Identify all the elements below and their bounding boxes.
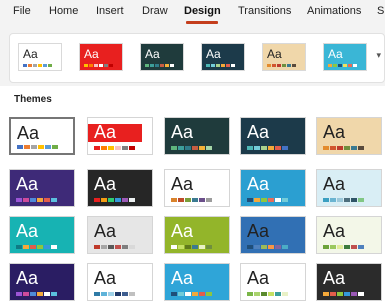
color-swatches xyxy=(247,198,288,202)
color-swatches xyxy=(23,64,52,67)
theme-thumbnail[interactable]: Aa xyxy=(164,263,230,301)
theme-thumbnail[interactable]: Aa xyxy=(87,263,153,301)
theme-sample-text: Aa xyxy=(323,268,346,288)
theme-sample-text: Aa xyxy=(94,221,117,241)
tab-file[interactable]: File xyxy=(13,5,31,17)
theme-thumbnail[interactable]: Aa xyxy=(164,216,230,254)
color-swatches xyxy=(323,198,364,202)
color-swatches xyxy=(247,292,288,296)
color-swatches xyxy=(171,198,212,202)
theme-thumbnail[interactable]: Aa xyxy=(240,117,306,155)
tab-overflow[interactable]: S xyxy=(377,5,384,17)
theme-thumbnail[interactable]: Aa xyxy=(9,216,75,254)
theme-sample-text: Aa xyxy=(247,221,270,241)
theme-sample-text: Aa xyxy=(323,221,346,241)
tab-home[interactable]: Home xyxy=(49,5,78,17)
color-swatches xyxy=(171,292,212,296)
theme-sample-text: Aa xyxy=(206,47,221,61)
theme-sample-text: Aa xyxy=(94,122,117,142)
color-swatches xyxy=(171,146,212,150)
theme-thumbnail[interactable]: Aa xyxy=(316,117,382,155)
theme-sample-text: Aa xyxy=(145,47,160,61)
chevron-down-icon[interactable]: ▾ xyxy=(376,50,381,61)
color-swatches xyxy=(16,198,57,202)
theme-strip: Aa Aa Aa Aa Aa Aa ▾ xyxy=(9,33,385,83)
strip-theme-thumbnail[interactable]: Aa xyxy=(18,43,62,71)
gallery-title: Themes xyxy=(14,94,52,105)
theme-thumbnail[interactable]: Aa xyxy=(164,169,230,207)
theme-sample-text: Aa xyxy=(171,221,194,241)
ribbon-tab-bar: File Home Insert Draw Design Transitions… xyxy=(0,0,385,26)
theme-sample-text: Aa xyxy=(323,122,346,142)
theme-sample-text: Aa xyxy=(84,47,99,61)
tab-draw[interactable]: Draw xyxy=(142,5,168,17)
theme-sample-text: Aa xyxy=(323,174,346,194)
color-swatches xyxy=(323,292,364,296)
theme-sample-text: Aa xyxy=(16,221,39,241)
active-tab-indicator xyxy=(186,21,218,24)
theme-thumbnail[interactable]: Aa xyxy=(240,216,306,254)
theme-thumbnail[interactable]: Aa xyxy=(316,169,382,207)
strip-theme-thumbnail[interactable]: Aa xyxy=(262,43,306,71)
tab-insert[interactable]: Insert xyxy=(96,5,124,17)
theme-sample-text: Aa xyxy=(247,268,270,288)
color-swatches xyxy=(84,64,113,67)
theme-thumbnail[interactable]: Aa xyxy=(9,117,75,155)
color-swatches xyxy=(323,245,364,249)
themes-gallery: Themes Aa Aa Aa Aa Aa Aa Aa Aa Aa Aa Aa Aa Aa Aa Aa Aa A… xyxy=(0,86,385,301)
theme-sample-text: Aa xyxy=(171,122,194,142)
theme-sample-text: Aa xyxy=(94,174,117,194)
theme-sample-text: Aa xyxy=(328,47,343,61)
theme-sample-text: Aa xyxy=(16,174,39,194)
strip-theme-thumbnail[interactable]: Aa xyxy=(323,43,367,71)
theme-thumbnail[interactable]: Aa xyxy=(240,263,306,301)
strip-theme-thumbnail[interactable]: Aa xyxy=(201,43,245,71)
color-swatches xyxy=(16,292,57,296)
tab-animations[interactable]: Animations xyxy=(307,5,361,17)
tab-transitions[interactable]: Transitions xyxy=(238,5,291,17)
theme-thumbnail[interactable]: Aa xyxy=(9,263,75,301)
color-swatches xyxy=(94,198,135,202)
theme-sample-text: Aa xyxy=(171,268,194,288)
theme-sample-text: Aa xyxy=(94,268,117,288)
color-swatches xyxy=(247,146,288,150)
theme-thumbnail[interactable]: Aa xyxy=(87,216,153,254)
color-swatches xyxy=(171,245,212,249)
color-swatches xyxy=(94,245,135,249)
color-swatches xyxy=(247,245,288,249)
color-swatches xyxy=(206,64,235,67)
theme-thumbnail[interactable]: Aa xyxy=(87,169,153,207)
color-swatches xyxy=(16,245,57,249)
theme-thumbnail[interactable]: Aa xyxy=(316,263,382,301)
theme-sample-text: Aa xyxy=(23,47,38,61)
theme-thumbnail[interactable]: Aa xyxy=(240,169,306,207)
tab-design[interactable]: Design xyxy=(184,5,221,17)
theme-thumbnail[interactable]: Aa xyxy=(87,117,153,155)
theme-sample-text: Aa xyxy=(247,122,270,142)
strip-theme-thumbnail[interactable]: Aa xyxy=(79,43,123,71)
color-swatches xyxy=(94,292,135,296)
color-swatches xyxy=(267,64,296,67)
color-swatches xyxy=(328,64,357,67)
theme-sample-text: Aa xyxy=(16,268,39,288)
theme-sample-text: Aa xyxy=(247,174,270,194)
color-swatches xyxy=(145,64,174,67)
color-swatches xyxy=(17,145,58,149)
strip-theme-thumbnail[interactable]: Aa xyxy=(140,43,184,71)
color-swatches xyxy=(94,146,135,150)
theme-sample-text: Aa xyxy=(17,123,40,143)
theme-thumbnail[interactable]: Aa xyxy=(9,169,75,207)
theme-thumbnail[interactable]: Aa xyxy=(164,117,230,155)
theme-thumbnail[interactable]: Aa xyxy=(316,216,382,254)
theme-sample-text: Aa xyxy=(267,47,282,61)
theme-sample-text: Aa xyxy=(171,174,194,194)
color-swatches xyxy=(323,146,364,150)
